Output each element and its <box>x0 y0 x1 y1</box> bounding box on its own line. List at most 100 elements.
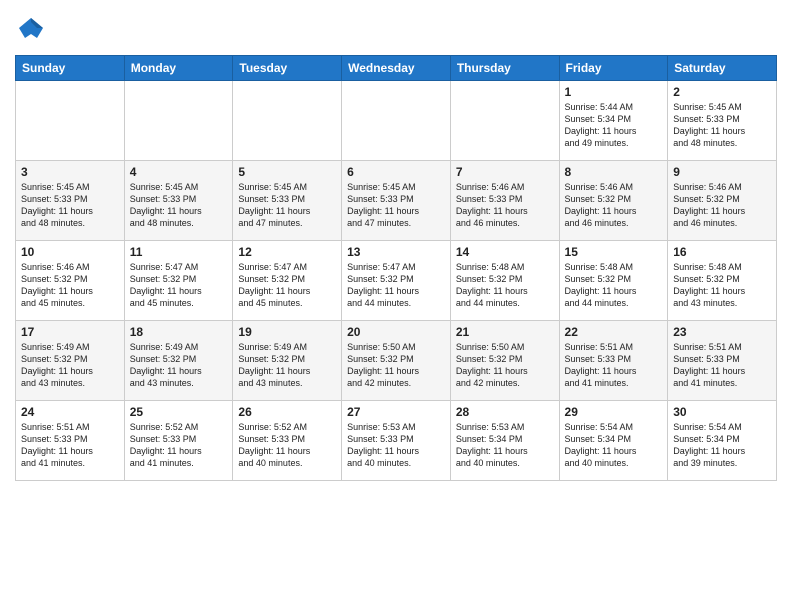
day-number: 4 <box>130 165 228 179</box>
day-info: Sunrise: 5:45 AM Sunset: 5:33 PM Dayligh… <box>130 181 228 230</box>
calendar-cell: 30 Sunrise: 5:54 AM Sunset: 5:34 PM Dayli… <box>668 400 777 480</box>
calendar-cell: 29 Sunrise: 5:54 AM Sunset: 5:34 PM Dayli… <box>559 400 668 480</box>
day-info: Sunrise: 5:52 AM Sunset: 5:33 PM Dayligh… <box>130 421 228 470</box>
day-info: Sunrise: 5:47 AM Sunset: 5:32 PM Dayligh… <box>130 261 228 310</box>
day-number: 26 <box>238 405 336 419</box>
calendar-cell: 12Sunrise: 5:47 AM Sunset: 5:32 PM Dayli… <box>233 240 342 320</box>
day-number: 8 <box>565 165 663 179</box>
day-number: 20 <box>347 325 445 339</box>
day-info: Sunrise: 5:49 AM Sunset: 5:32 PM Dayligh… <box>21 341 119 390</box>
day-number: 15 <box>565 245 663 259</box>
day-number: 24 <box>21 405 119 419</box>
calendar-cell: 10Sunrise: 5:46 AM Sunset: 5:32 PM Dayli… <box>16 240 125 320</box>
header <box>15 10 777 47</box>
day-number: 16 <box>673 245 771 259</box>
day-info: Sunrise: 5:46 AM Sunset: 5:32 PM Dayligh… <box>21 261 119 310</box>
day-info: Sunrise: 5:49 AM Sunset: 5:32 PM Dayligh… <box>238 341 336 390</box>
calendar-cell: 16Sunrise: 5:48 AM Sunset: 5:32 PM Dayli… <box>668 240 777 320</box>
day-info: Sunrise: 5:49 AM Sunset: 5:32 PM Dayligh… <box>130 341 228 390</box>
weekday-header-tuesday: Tuesday <box>233 55 342 80</box>
day-number: 28 <box>456 405 554 419</box>
calendar-cell: 6 Sunrise: 5:45 AM Sunset: 5:33 PM Daylig… <box>342 160 451 240</box>
day-info: Sunrise: 5:54 AM Sunset: 5:34 PM Dayligh… <box>565 421 663 470</box>
calendar-cell: 27 Sunrise: 5:53 AM Sunset: 5:33 PM Dayli… <box>342 400 451 480</box>
calendar-cell: 23 Sunrise: 5:51 AM Sunset: 5:33 PM Dayli… <box>668 320 777 400</box>
day-number: 29 <box>565 405 663 419</box>
day-info: Sunrise: 5:53 AM Sunset: 5:33 PM Dayligh… <box>347 421 445 470</box>
calendar-week-1: 1 Sunrise: 5:44 AM Sunset: 5:34 PM Daylig… <box>16 80 777 160</box>
day-number: 17 <box>21 325 119 339</box>
calendar-week-3: 10Sunrise: 5:46 AM Sunset: 5:32 PM Dayli… <box>16 240 777 320</box>
day-info: Sunrise: 5:51 AM Sunset: 5:33 PM Dayligh… <box>673 341 771 390</box>
calendar-table: SundayMondayTuesdayWednesdayThursdayFrid… <box>15 55 777 481</box>
calendar-cell: 2 Sunrise: 5:45 AM Sunset: 5:33 PM Daylig… <box>668 80 777 160</box>
day-info: Sunrise: 5:45 AM Sunset: 5:33 PM Dayligh… <box>238 181 336 230</box>
logo-icon <box>17 14 45 42</box>
weekday-header-row: SundayMondayTuesdayWednesdayThursdayFrid… <box>16 55 777 80</box>
day-info: Sunrise: 5:45 AM Sunset: 5:33 PM Dayligh… <box>673 101 771 150</box>
day-number: 19 <box>238 325 336 339</box>
day-number: 13 <box>347 245 445 259</box>
day-info: Sunrise: 5:52 AM Sunset: 5:33 PM Dayligh… <box>238 421 336 470</box>
day-number: 12 <box>238 245 336 259</box>
day-info: Sunrise: 5:45 AM Sunset: 5:33 PM Dayligh… <box>347 181 445 230</box>
day-info: Sunrise: 5:48 AM Sunset: 5:32 PM Dayligh… <box>565 261 663 310</box>
calendar-cell: 7 Sunrise: 5:46 AM Sunset: 5:33 PM Daylig… <box>450 160 559 240</box>
day-number: 21 <box>456 325 554 339</box>
day-number: 5 <box>238 165 336 179</box>
day-info: Sunrise: 5:54 AM Sunset: 5:34 PM Dayligh… <box>673 421 771 470</box>
day-info: Sunrise: 5:44 AM Sunset: 5:34 PM Dayligh… <box>565 101 663 150</box>
calendar-cell: 3 Sunrise: 5:45 AM Sunset: 5:33 PM Daylig… <box>16 160 125 240</box>
day-number: 30 <box>673 405 771 419</box>
calendar-cell: 1 Sunrise: 5:44 AM Sunset: 5:34 PM Daylig… <box>559 80 668 160</box>
calendar-cell: 18 Sunrise: 5:49 AM Sunset: 5:32 PM Dayli… <box>124 320 233 400</box>
day-info: Sunrise: 5:45 AM Sunset: 5:33 PM Dayligh… <box>21 181 119 230</box>
day-info: Sunrise: 5:51 AM Sunset: 5:33 PM Dayligh… <box>565 341 663 390</box>
calendar-cell: 20 Sunrise: 5:50 AM Sunset: 5:32 PM Dayli… <box>342 320 451 400</box>
day-number: 2 <box>673 85 771 99</box>
calendar-cell: 25 Sunrise: 5:52 AM Sunset: 5:33 PM Dayli… <box>124 400 233 480</box>
calendar-cell: 4 Sunrise: 5:45 AM Sunset: 5:33 PM Daylig… <box>124 160 233 240</box>
calendar-page: SundayMondayTuesdayWednesdayThursdayFrid… <box>0 0 792 612</box>
logo <box>15 14 41 47</box>
day-number: 11 <box>130 245 228 259</box>
calendar-week-2: 3 Sunrise: 5:45 AM Sunset: 5:33 PM Daylig… <box>16 160 777 240</box>
day-info: Sunrise: 5:48 AM Sunset: 5:32 PM Dayligh… <box>456 261 554 310</box>
weekday-header-friday: Friday <box>559 55 668 80</box>
day-number: 3 <box>21 165 119 179</box>
calendar-cell: 5 Sunrise: 5:45 AM Sunset: 5:33 PM Daylig… <box>233 160 342 240</box>
day-info: Sunrise: 5:53 AM Sunset: 5:34 PM Dayligh… <box>456 421 554 470</box>
day-number: 25 <box>130 405 228 419</box>
calendar-cell: 15 Sunrise: 5:48 AM Sunset: 5:32 PM Dayli… <box>559 240 668 320</box>
day-info: Sunrise: 5:46 AM Sunset: 5:33 PM Dayligh… <box>456 181 554 230</box>
calendar-cell <box>124 80 233 160</box>
calendar-cell: 17 Sunrise: 5:49 AM Sunset: 5:32 PM Dayli… <box>16 320 125 400</box>
day-info: Sunrise: 5:50 AM Sunset: 5:32 PM Dayligh… <box>456 341 554 390</box>
calendar-cell: 13 Sunrise: 5:47 AM Sunset: 5:32 PM Dayli… <box>342 240 451 320</box>
calendar-week-5: 24 Sunrise: 5:51 AM Sunset: 5:33 PM Dayli… <box>16 400 777 480</box>
day-number: 27 <box>347 405 445 419</box>
day-info: Sunrise: 5:46 AM Sunset: 5:32 PM Dayligh… <box>673 181 771 230</box>
day-number: 1 <box>565 85 663 99</box>
day-info: Sunrise: 5:50 AM Sunset: 5:32 PM Dayligh… <box>347 341 445 390</box>
weekday-header-thursday: Thursday <box>450 55 559 80</box>
calendar-cell: 26 Sunrise: 5:52 AM Sunset: 5:33 PM Dayli… <box>233 400 342 480</box>
calendar-cell <box>450 80 559 160</box>
weekday-header-wednesday: Wednesday <box>342 55 451 80</box>
weekday-header-monday: Monday <box>124 55 233 80</box>
weekday-header-sunday: Sunday <box>16 55 125 80</box>
weekday-header-saturday: Saturday <box>668 55 777 80</box>
day-info: Sunrise: 5:46 AM Sunset: 5:32 PM Dayligh… <box>565 181 663 230</box>
day-info: Sunrise: 5:51 AM Sunset: 5:33 PM Dayligh… <box>21 421 119 470</box>
calendar-cell: 21 Sunrise: 5:50 AM Sunset: 5:32 PM Dayli… <box>450 320 559 400</box>
calendar-cell: 8 Sunrise: 5:46 AM Sunset: 5:32 PM Daylig… <box>559 160 668 240</box>
day-number: 23 <box>673 325 771 339</box>
day-number: 7 <box>456 165 554 179</box>
calendar-week-4: 17 Sunrise: 5:49 AM Sunset: 5:32 PM Dayli… <box>16 320 777 400</box>
calendar-cell <box>342 80 451 160</box>
day-info: Sunrise: 5:47 AM Sunset: 5:32 PM Dayligh… <box>347 261 445 310</box>
day-number: 9 <box>673 165 771 179</box>
calendar-cell: 22Sunrise: 5:51 AM Sunset: 5:33 PM Dayli… <box>559 320 668 400</box>
day-number: 6 <box>347 165 445 179</box>
day-number: 18 <box>130 325 228 339</box>
